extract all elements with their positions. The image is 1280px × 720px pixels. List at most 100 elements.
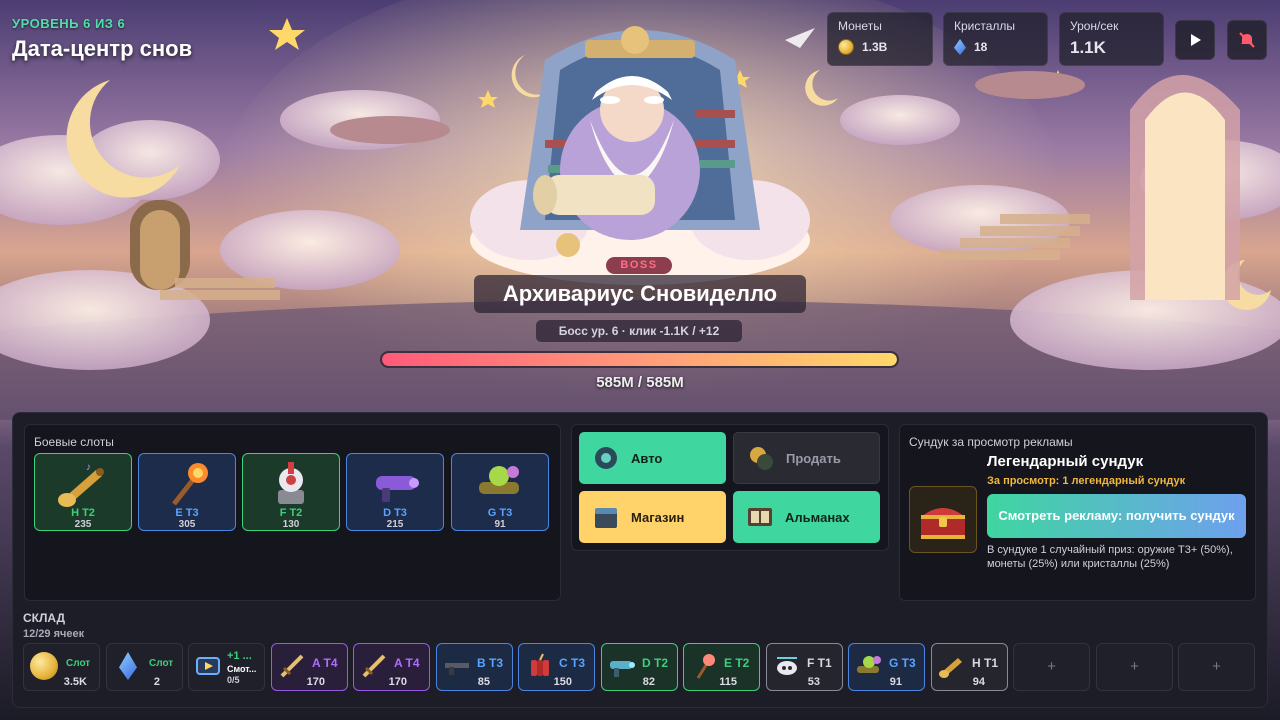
combat-slot-2[interactable]: E T3 305 xyxy=(138,453,236,531)
ad-chest-panel-title: Сундук за просмотр рекламы xyxy=(909,435,1073,449)
storage-title: СКЛАД xyxy=(23,611,66,625)
coins-label: Монеты xyxy=(838,19,882,33)
storage-cell-empty[interactable]: + xyxy=(1178,643,1255,691)
boss-hp-text: 585M / 585M xyxy=(596,374,684,391)
slot-count: 130 xyxy=(282,519,300,530)
add-icon: + xyxy=(1130,658,1139,675)
crystals-label: Кристаллы xyxy=(954,19,1016,33)
cell-count: 170 xyxy=(388,676,407,688)
dps-value: 1.1K xyxy=(1070,38,1106,57)
storage-cell-weapon[interactable]: E T2 115 xyxy=(683,643,760,691)
slot-count: 235 xyxy=(74,519,92,530)
shop-icon xyxy=(595,508,617,528)
combat-slots-title: Боевые слоты xyxy=(34,435,114,449)
cell-label: A T4 xyxy=(394,656,420,670)
add-icon: + xyxy=(1047,658,1056,675)
cell-label: D T2 xyxy=(642,656,669,670)
cell-label: B T3 xyxy=(477,656,504,670)
cell-count: 85 xyxy=(477,676,490,688)
storage-cell-empty[interactable]: + xyxy=(1013,643,1090,691)
storage-cell-weapon[interactable]: F T1 53 xyxy=(766,643,843,691)
storage-cell-coins[interactable]: Слот 3.5K xyxy=(23,643,100,691)
storage-cell-weapon[interactable]: A T4 170 xyxy=(353,643,430,691)
cell-count: 150 xyxy=(553,676,572,688)
chest-subtitle: За просмотр: 1 легендарный сундук xyxy=(987,475,1186,487)
cell-label: C T3 xyxy=(559,656,586,670)
combat-slot-5[interactable]: G T3 91 xyxy=(451,453,549,531)
watch-ad-button[interactable]: Смотреть рекламу: получить сундук xyxy=(987,494,1246,538)
turret-icon xyxy=(278,462,304,504)
dps-label: Урон/сек xyxy=(1070,19,1119,33)
cell-count: 0/5 xyxy=(227,675,240,685)
trumpet-icon: ♪ xyxy=(58,462,104,507)
level-indicator: УРОВЕНЬ 6 ИЗ 6 xyxy=(12,16,126,31)
cell-count: 115 xyxy=(719,676,737,688)
cell-count: 3.5K xyxy=(63,676,87,688)
combat-slot-3[interactable]: F T2 130 xyxy=(242,453,340,531)
coins-stat: Монеты 1.3B xyxy=(827,12,933,66)
combat-slot-4[interactable]: D T3 215 xyxy=(346,453,444,531)
crystals-value: 18 xyxy=(974,40,988,54)
shop-button[interactable]: Магазин xyxy=(579,491,726,543)
boss-info: Босс ур. 6 · клик -1.1K / +12 xyxy=(536,320,742,342)
storage-cell-weapon[interactable]: G T3 91 xyxy=(848,643,925,691)
boss-hp-bar xyxy=(380,351,899,368)
sell-icon xyxy=(750,447,773,470)
add-icon: + xyxy=(1212,658,1221,675)
cell-count: 170 xyxy=(306,676,325,688)
video-ad-icon xyxy=(196,657,220,675)
slot-count: 91 xyxy=(494,519,506,530)
storage-cell-weapon[interactable]: A T4 170 xyxy=(271,643,348,691)
coins-value: 1.3B xyxy=(862,40,888,54)
cell-label: F T1 xyxy=(807,656,832,670)
mute-icon xyxy=(1239,32,1255,48)
coin-icon xyxy=(838,39,854,55)
almanac-button[interactable]: Альманах xyxy=(733,491,880,543)
boss-name: Архивариус Сновиделло xyxy=(474,275,806,313)
cell-label: Слот xyxy=(66,658,91,669)
cell-label: A T4 xyxy=(312,656,338,670)
cell-count: 2 xyxy=(153,676,160,688)
storage-cell-weapon[interactable]: B T3 85 xyxy=(436,643,513,691)
mute-button[interactable] xyxy=(1227,20,1267,60)
cell-label: G T3 xyxy=(889,656,916,670)
chest-description: В сундуке 1 случайный приз: оружие Т3+ (… xyxy=(987,544,1233,570)
legendary-chest xyxy=(909,486,977,553)
play-icon xyxy=(1191,34,1201,46)
slot-count: 305 xyxy=(178,519,196,530)
storage-cell-weapon[interactable]: H T1 94 xyxy=(931,643,1008,691)
storage-cell-weapon[interactable]: C T3 150 xyxy=(518,643,595,691)
cell-sublabel: Смот... xyxy=(227,664,257,674)
blaster-icon xyxy=(376,476,419,502)
dps-stat: Урон/сек 1.1K xyxy=(1059,12,1164,66)
cell-count: 94 xyxy=(972,676,985,688)
cell-count: 82 xyxy=(642,676,655,688)
cell-label: H T1 xyxy=(972,656,999,670)
fire-staff-icon xyxy=(172,463,208,506)
boss-hp-fill xyxy=(382,353,897,366)
storage-cell-ad-bonus[interactable]: +1 ... Смот... 0/5 xyxy=(188,643,265,691)
combat-slot-1[interactable]: ♪ H T2 235 xyxy=(34,453,132,531)
storage-cell-crystals[interactable]: Слот 2 xyxy=(106,643,183,691)
storage-cell-empty[interactable]: + xyxy=(1096,643,1173,691)
slot-tier: E T3 xyxy=(175,507,199,519)
sell-label: Продать xyxy=(786,450,841,466)
crystal-icon xyxy=(954,39,966,55)
cell-count: 91 xyxy=(889,676,902,688)
shop-label: Магазин xyxy=(631,509,685,525)
chest-title: Легендарный сундук xyxy=(987,453,1144,470)
crystals-stat: Кристаллы 18 xyxy=(943,12,1048,66)
cell-label: Слот xyxy=(149,658,174,669)
sell-button[interactable]: Продать xyxy=(733,432,880,484)
auto-button[interactable]: Авто xyxy=(579,432,726,484)
slot-tier: H T2 xyxy=(71,507,95,519)
zone-title: Дата-центр снов xyxy=(12,36,193,61)
storage-cell-weapon[interactable]: D T2 82 xyxy=(601,643,678,691)
play-button[interactable] xyxy=(1175,20,1215,60)
auto-icon xyxy=(595,447,617,469)
cell-count: 53 xyxy=(807,676,820,688)
cell-label: E T2 xyxy=(724,656,750,670)
almanac-label: Альманах xyxy=(785,509,850,525)
slot-count: 215 xyxy=(386,519,404,530)
slot-tier: D T3 xyxy=(383,507,407,519)
